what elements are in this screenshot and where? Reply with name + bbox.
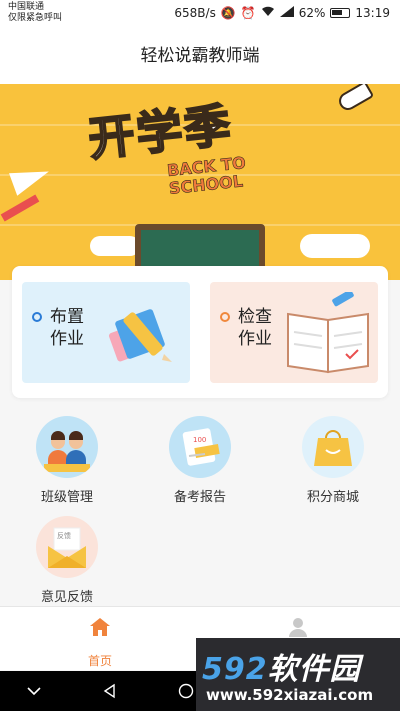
tab-home-label: 首页 <box>87 654 112 668</box>
exam-report-button[interactable]: 100 备考报告 <box>150 416 250 505</box>
pencil-icon <box>0 194 40 222</box>
watermark-url: www.592xiazai.com <box>206 686 374 704</box>
battery-percent: 62% <box>298 6 326 20</box>
alarm-icon: ⏰ <box>240 6 256 20</box>
assign-homework-button[interactable]: 布置 作业 <box>22 282 190 383</box>
clock: 13:19 <box>355 6 390 20</box>
system-nav-bar <box>0 671 196 711</box>
bullet-ring-icon <box>220 312 230 322</box>
signal-icon <box>279 6 294 20</box>
mute-icon: 🔕 <box>220 6 236 20</box>
app-screen: 中国联通 仅限紧急呼叫 658B/s 🔕 ⏰ 62% 13:19 轻松说霸教师端 <box>0 0 400 711</box>
class-management-label: 班级管理 <box>40 490 93 505</box>
points-mall-icon <box>302 416 364 478</box>
exam-report-icon: 100 <box>169 416 231 478</box>
watermark-logo: 592软件园 <box>202 644 361 688</box>
primary-actions-card: 布置 作业 检查 作业 <box>12 266 388 398</box>
open-notebook-icon <box>287 292 369 374</box>
emergency-text: 仅限紧急呼叫 <box>8 13 63 23</box>
paper-plane-icon <box>9 160 53 196</box>
watermark-number: 592 <box>202 652 268 687</box>
cloud-decoration <box>300 234 370 258</box>
home-circle-icon[interactable] <box>178 683 194 699</box>
rocket-icon <box>335 84 375 114</box>
chevron-down-icon[interactable] <box>26 683 42 699</box>
class-management-icon <box>36 416 98 478</box>
exam-report-label: 备考报告 <box>173 490 226 505</box>
check-homework-button[interactable]: 检查 作业 <box>210 282 378 383</box>
carrier-info: 中国联通 仅限紧急呼叫 <box>8 2 62 24</box>
feedback-label: 意见反馈 <box>40 590 93 605</box>
feedback-button[interactable]: 反馈 意见反馈 <box>17 516 117 605</box>
tab-home[interactable]: 首页 <box>60 615 140 669</box>
banner-subtitle: BACK TO SCHOOL <box>166 153 248 199</box>
svg-text:反馈: 反馈 <box>57 531 71 540</box>
site-watermark: 592软件园 www.592xiazai.com <box>196 638 400 711</box>
bullet-ring-icon <box>32 312 42 322</box>
status-bar: 中国联通 仅限紧急呼叫 658B/s 🔕 ⏰ 62% 13:19 <box>0 0 400 28</box>
wifi-icon <box>261 6 275 20</box>
feedback-icon: 反馈 <box>36 516 98 578</box>
user-icon <box>289 618 307 637</box>
home-icon <box>90 618 110 636</box>
points-mall-button[interactable]: 积分商城 <box>283 416 383 505</box>
watermark-brand: 软件园 <box>267 652 361 687</box>
battery-icon <box>330 8 351 18</box>
page-title: 轻松说霸教师端 <box>0 28 400 84</box>
assign-homework-label: 布置 作业 <box>50 307 84 349</box>
svg-text:100: 100 <box>193 436 206 444</box>
books-pencil-icon <box>108 309 172 362</box>
status-indicators: 658B/s 🔕 ⏰ 62% 13:19 <box>174 6 390 20</box>
check-homework-label: 检查 作业 <box>238 307 272 349</box>
promo-banner[interactable]: 开学季 BACK TO SCHOOL <box>0 84 400 280</box>
carrier-name: 中国联通 <box>8 2 45 12</box>
class-management-button[interactable]: 班级管理 <box>17 416 117 505</box>
back-icon[interactable] <box>102 683 118 699</box>
points-mall-label: 积分商城 <box>306 490 359 505</box>
network-speed: 658B/s <box>174 6 216 20</box>
cloud-decoration <box>90 236 140 256</box>
